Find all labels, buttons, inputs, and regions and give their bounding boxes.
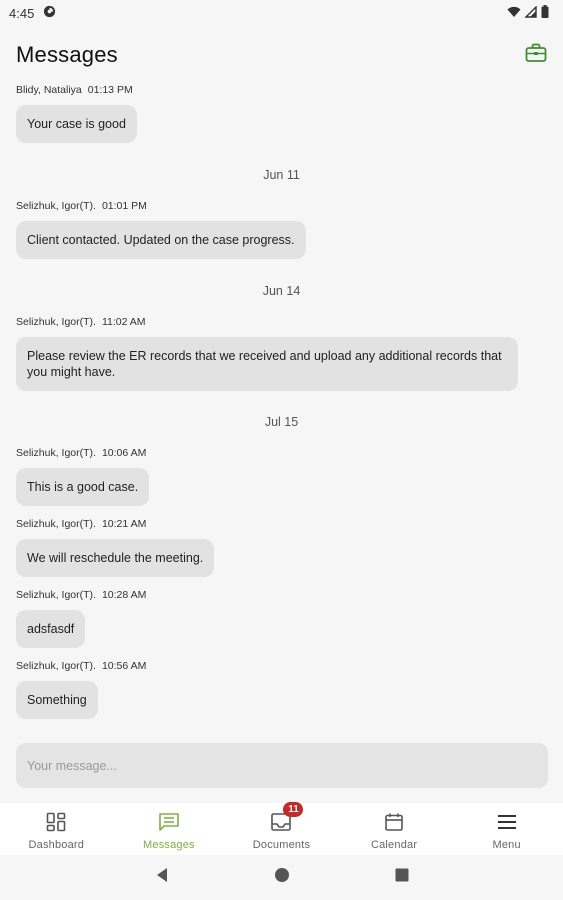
- message-time: 10:06 AM: [101, 447, 147, 459]
- message-meta: Blidy, Nataliya 01:13 PM: [16, 84, 133, 96]
- sync-icon: [43, 5, 56, 21]
- message-bubble[interactable]: Something: [16, 681, 98, 719]
- nav-messages[interactable]: Messages: [113, 803, 226, 855]
- message-composer: [16, 743, 548, 788]
- message-meta: Selizhuk, Igor(T). 10:56 AM: [16, 660, 146, 672]
- message-meta: Selizhuk, Igor(T). 10:21 AM: [16, 518, 146, 530]
- back-button[interactable]: [102, 855, 222, 900]
- message-time: 11:02 AM: [101, 316, 146, 328]
- status-bar: 4:45: [0, 0, 563, 26]
- message-time: 01:13 PM: [87, 84, 133, 96]
- message-bubble[interactable]: adsfasdf: [16, 610, 86, 648]
- message-time: 10:28 AM: [101, 589, 147, 601]
- message-meta: Selizhuk, Igor(T). 10:06 AM: [16, 447, 146, 459]
- message-author: Selizhuk, Igor(T).: [16, 518, 96, 530]
- page-title: Messages: [16, 42, 118, 67]
- signal-icon: [524, 4, 537, 21]
- nav-dashboard[interactable]: Dashboard: [0, 803, 113, 855]
- nav-label: Dashboard: [28, 839, 85, 851]
- message-list[interactable]: Blidy, Nataliya 01:13 PM Your case is goo…: [0, 78, 563, 738]
- home-circle-icon: [274, 867, 290, 888]
- message-meta: Selizhuk, Igor(T). 01:01 PM: [16, 200, 147, 212]
- recents-button[interactable]: [342, 855, 462, 900]
- inbox-icon: 11: [269, 802, 304, 833]
- message-author: Selizhuk, Igor(T).: [16, 200, 96, 212]
- date-separator: Jun 11: [263, 168, 300, 182]
- date-separator: Jun 14: [262, 284, 301, 298]
- message-time: 10:56 AM: [101, 660, 147, 672]
- app-header: Messages: [0, 38, 563, 72]
- case-button[interactable]: [523, 42, 549, 68]
- documents-badge: 11: [283, 802, 304, 817]
- home-button[interactable]: [222, 855, 342, 900]
- message-meta: Selizhuk, Igor(T). 10:28 AM: [16, 589, 146, 601]
- nav-documents[interactable]: 11 Documents: [225, 802, 338, 855]
- message-time: 10:21 AM: [101, 518, 147, 530]
- status-time: 4:45: [9, 5, 35, 21]
- system-navigation: [0, 855, 563, 900]
- message-author: Selizhuk, Igor(T).: [16, 589, 96, 601]
- message-author: Selizhuk, Igor(T).: [16, 660, 96, 672]
- message-time: 01:01 PM: [101, 200, 147, 212]
- battery-icon: [541, 5, 549, 21]
- date-separator: Jul 15: [264, 415, 299, 429]
- recents-square-icon: [395, 868, 409, 887]
- message-bubble[interactable]: We will reschedule the meeting.: [16, 539, 215, 577]
- nav-calendar[interactable]: Calendar: [338, 803, 451, 855]
- back-triangle-icon: [155, 867, 169, 888]
- bottom-navigation: Dashboard Messages 11 Documents Calendar…: [0, 802, 563, 855]
- message-bubble[interactable]: Please review the ER records that we rec…: [16, 337, 518, 391]
- message-author: Blidy, Nataliya: [16, 84, 82, 96]
- message-meta: Selizhuk, Igor(T). 11:02 AM: [16, 316, 146, 328]
- message-author: Selizhuk, Igor(T).: [16, 447, 96, 459]
- hamburger-icon: [495, 811, 519, 833]
- message-author: Selizhuk, Igor(T).: [16, 316, 96, 328]
- nav-label: Documents: [252, 839, 311, 851]
- nav-label: Menu: [492, 839, 521, 851]
- nav-label: Messages: [143, 839, 195, 851]
- briefcase-icon: [525, 43, 547, 68]
- nav-menu[interactable]: Menu: [450, 803, 563, 855]
- message-bubble[interactable]: Your case is good: [16, 105, 137, 143]
- nav-label: Calendar: [370, 839, 418, 851]
- message-bubble[interactable]: This is a good case.: [16, 468, 150, 506]
- calendar-icon: [382, 811, 406, 833]
- message-input[interactable]: [27, 758, 537, 773]
- message-bubble[interactable]: Client contacted. Updated on the case pr…: [16, 221, 306, 259]
- chat-icon: [157, 811, 181, 833]
- dashboard-icon: [44, 811, 68, 833]
- wifi-icon: [507, 6, 521, 21]
